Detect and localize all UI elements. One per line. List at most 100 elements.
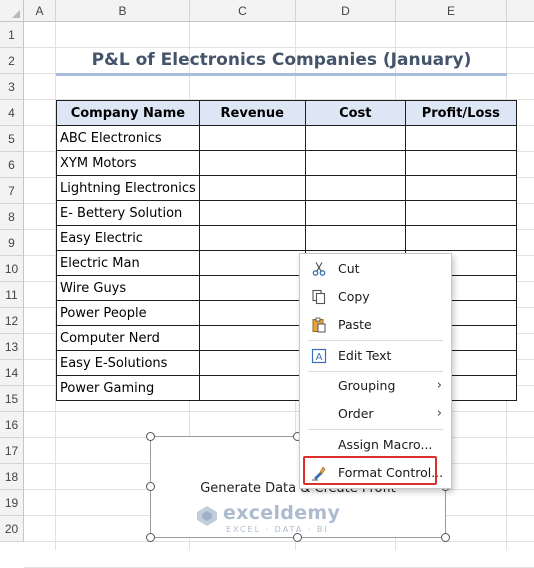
menu-item-assign-macro-label: Assign Macro... — [338, 437, 433, 452]
page-title: P&L of Electronics Companies (January) — [91, 50, 472, 70]
row-header-4[interactable]: 4 — [0, 100, 24, 126]
menu-item-order[interactable]: Order › — [300, 401, 451, 427]
cell-revenue[interactable] — [198, 225, 306, 251]
menu-item-edit-text[interactable]: A Edit Text — [300, 343, 451, 369]
row-header-9[interactable]: 9 — [0, 230, 24, 256]
cell-company-name[interactable]: Power Gaming — [56, 375, 200, 401]
row-header-15[interactable]: 15 — [0, 386, 24, 412]
row-header-19[interactable]: 19 — [0, 490, 24, 516]
row-header-5[interactable]: 5 — [0, 126, 24, 152]
menu-separator — [308, 340, 443, 341]
resize-handle-bottom-center[interactable] — [293, 533, 302, 542]
row-header-7[interactable]: 7 — [0, 178, 24, 204]
menu-separator — [308, 371, 443, 372]
column-header-e[interactable]: E — [396, 0, 507, 22]
watermark-tagline: EXCEL · DATA · BI — [226, 524, 329, 534]
svg-text:A: A — [316, 352, 323, 363]
cell-cost[interactable] — [304, 200, 406, 226]
cell-company-name[interactable]: ABC Electronics — [56, 125, 200, 151]
menu-item-grouping-label: Grouping — [338, 378, 396, 393]
row-header-20[interactable]: 20 — [0, 516, 24, 542]
menu-separator — [308, 429, 443, 430]
row-header-16[interactable]: 16 — [0, 412, 24, 438]
column-header-f-partial[interactable] — [507, 0, 534, 22]
column-header-c[interactable]: C — [190, 0, 296, 22]
cell-profit-loss[interactable] — [404, 225, 517, 251]
column-header-d[interactable]: D — [296, 0, 396, 22]
row-header-18[interactable]: 18 — [0, 464, 24, 490]
cell-cost[interactable] — [304, 125, 406, 151]
cell-revenue[interactable] — [198, 350, 306, 376]
row-header-1[interactable]: 1 — [0, 22, 24, 48]
cell-cost[interactable] — [304, 225, 406, 251]
cell-company-name[interactable]: Power People — [56, 300, 200, 326]
cell-company-name[interactable]: Computer Nerd — [56, 325, 200, 351]
select-all-corner[interactable] — [0, 0, 24, 22]
cell-profit-loss[interactable] — [404, 150, 517, 176]
resize-handle-bottom-left[interactable] — [146, 533, 155, 542]
cell-revenue[interactable] — [198, 250, 306, 276]
table-row: Lightning Electronics — [56, 175, 517, 201]
row-header-11[interactable]: 11 — [0, 282, 24, 308]
cell-revenue[interactable] — [198, 375, 306, 401]
resize-handle-bottom-right[interactable] — [441, 533, 450, 542]
row-header-6[interactable]: 6 — [0, 152, 24, 178]
row-header-17[interactable]: 17 — [0, 438, 24, 464]
column-header-b[interactable]: B — [56, 0, 190, 22]
cell-profit-loss[interactable] — [404, 200, 517, 226]
cell-company-name[interactable]: XYM Motors — [56, 150, 200, 176]
table-row: Easy Electric — [56, 225, 517, 251]
cell-cost[interactable] — [304, 175, 406, 201]
resize-handle-middle-left[interactable] — [146, 482, 155, 491]
table-header-row: Company Name Revenue Cost Profit/Loss — [56, 100, 517, 126]
cell-revenue[interactable] — [198, 275, 306, 301]
edit-text-icon: A — [311, 348, 327, 364]
menu-item-edit-text-label: Edit Text — [338, 348, 392, 363]
cell-revenue[interactable] — [198, 325, 306, 351]
row-header-8[interactable]: 8 — [0, 204, 24, 230]
submenu-arrow-icon: › — [436, 378, 442, 393]
exceldemy-logo-icon — [197, 505, 217, 526]
menu-item-paste[interactable]: Paste — [300, 312, 451, 338]
menu-item-cut[interactable]: Cut — [300, 256, 451, 282]
table-row: E- Bettery Solution — [56, 200, 517, 226]
cell-revenue[interactable] — [198, 150, 306, 176]
row-header-12[interactable]: 12 — [0, 308, 24, 334]
exceldemy-watermark: exceldemy EXCEL · DATA · BI — [196, 502, 340, 534]
row-header-2[interactable]: 2 — [0, 48, 24, 74]
cell-company-name[interactable]: Wire Guys — [56, 275, 200, 301]
cell-company-name[interactable]: Easy E-Solutions — [56, 350, 200, 376]
header-company-name[interactable]: Company Name — [56, 100, 200, 126]
cell-company-name[interactable]: Easy Electric — [56, 225, 200, 251]
menu-item-cut-label: Cut — [338, 261, 360, 276]
title-underline — [56, 73, 507, 76]
cell-profit-loss[interactable] — [404, 175, 517, 201]
cell-revenue[interactable] — [198, 300, 306, 326]
submenu-arrow-icon: › — [436, 406, 442, 421]
header-profit-loss[interactable]: Profit/Loss — [404, 100, 517, 126]
cell-company-name[interactable]: Electric Man — [56, 250, 200, 276]
header-revenue[interactable]: Revenue — [198, 100, 306, 126]
menu-item-order-label: Order — [338, 406, 374, 421]
row-header-10[interactable]: 10 — [0, 256, 24, 282]
column-header-a[interactable]: A — [24, 0, 56, 22]
cell-company-name[interactable]: Lightning Electronics — [56, 175, 200, 201]
cell-revenue[interactable] — [198, 200, 306, 226]
cell-revenue[interactable] — [198, 175, 306, 201]
header-cost[interactable]: Cost — [304, 100, 406, 126]
menu-item-assign-macro[interactable]: Assign Macro... — [300, 432, 451, 458]
cell-revenue[interactable] — [198, 125, 306, 151]
row-header-14[interactable]: 14 — [0, 360, 24, 386]
row-header-13[interactable]: 13 — [0, 334, 24, 360]
menu-item-copy[interactable]: Copy — [300, 284, 451, 310]
paste-icon — [312, 317, 326, 333]
resize-handle-top-left[interactable] — [146, 432, 155, 441]
copy-icon — [312, 289, 326, 305]
scissors-icon — [312, 262, 326, 276]
cell-company-name[interactable]: E- Bettery Solution — [56, 200, 200, 226]
cell-profit-loss[interactable] — [404, 125, 517, 151]
cell-cost[interactable] — [304, 150, 406, 176]
menu-item-copy-label: Copy — [338, 289, 370, 304]
menu-item-grouping[interactable]: Grouping › — [300, 373, 451, 399]
row-header-3[interactable]: 3 — [0, 74, 24, 100]
